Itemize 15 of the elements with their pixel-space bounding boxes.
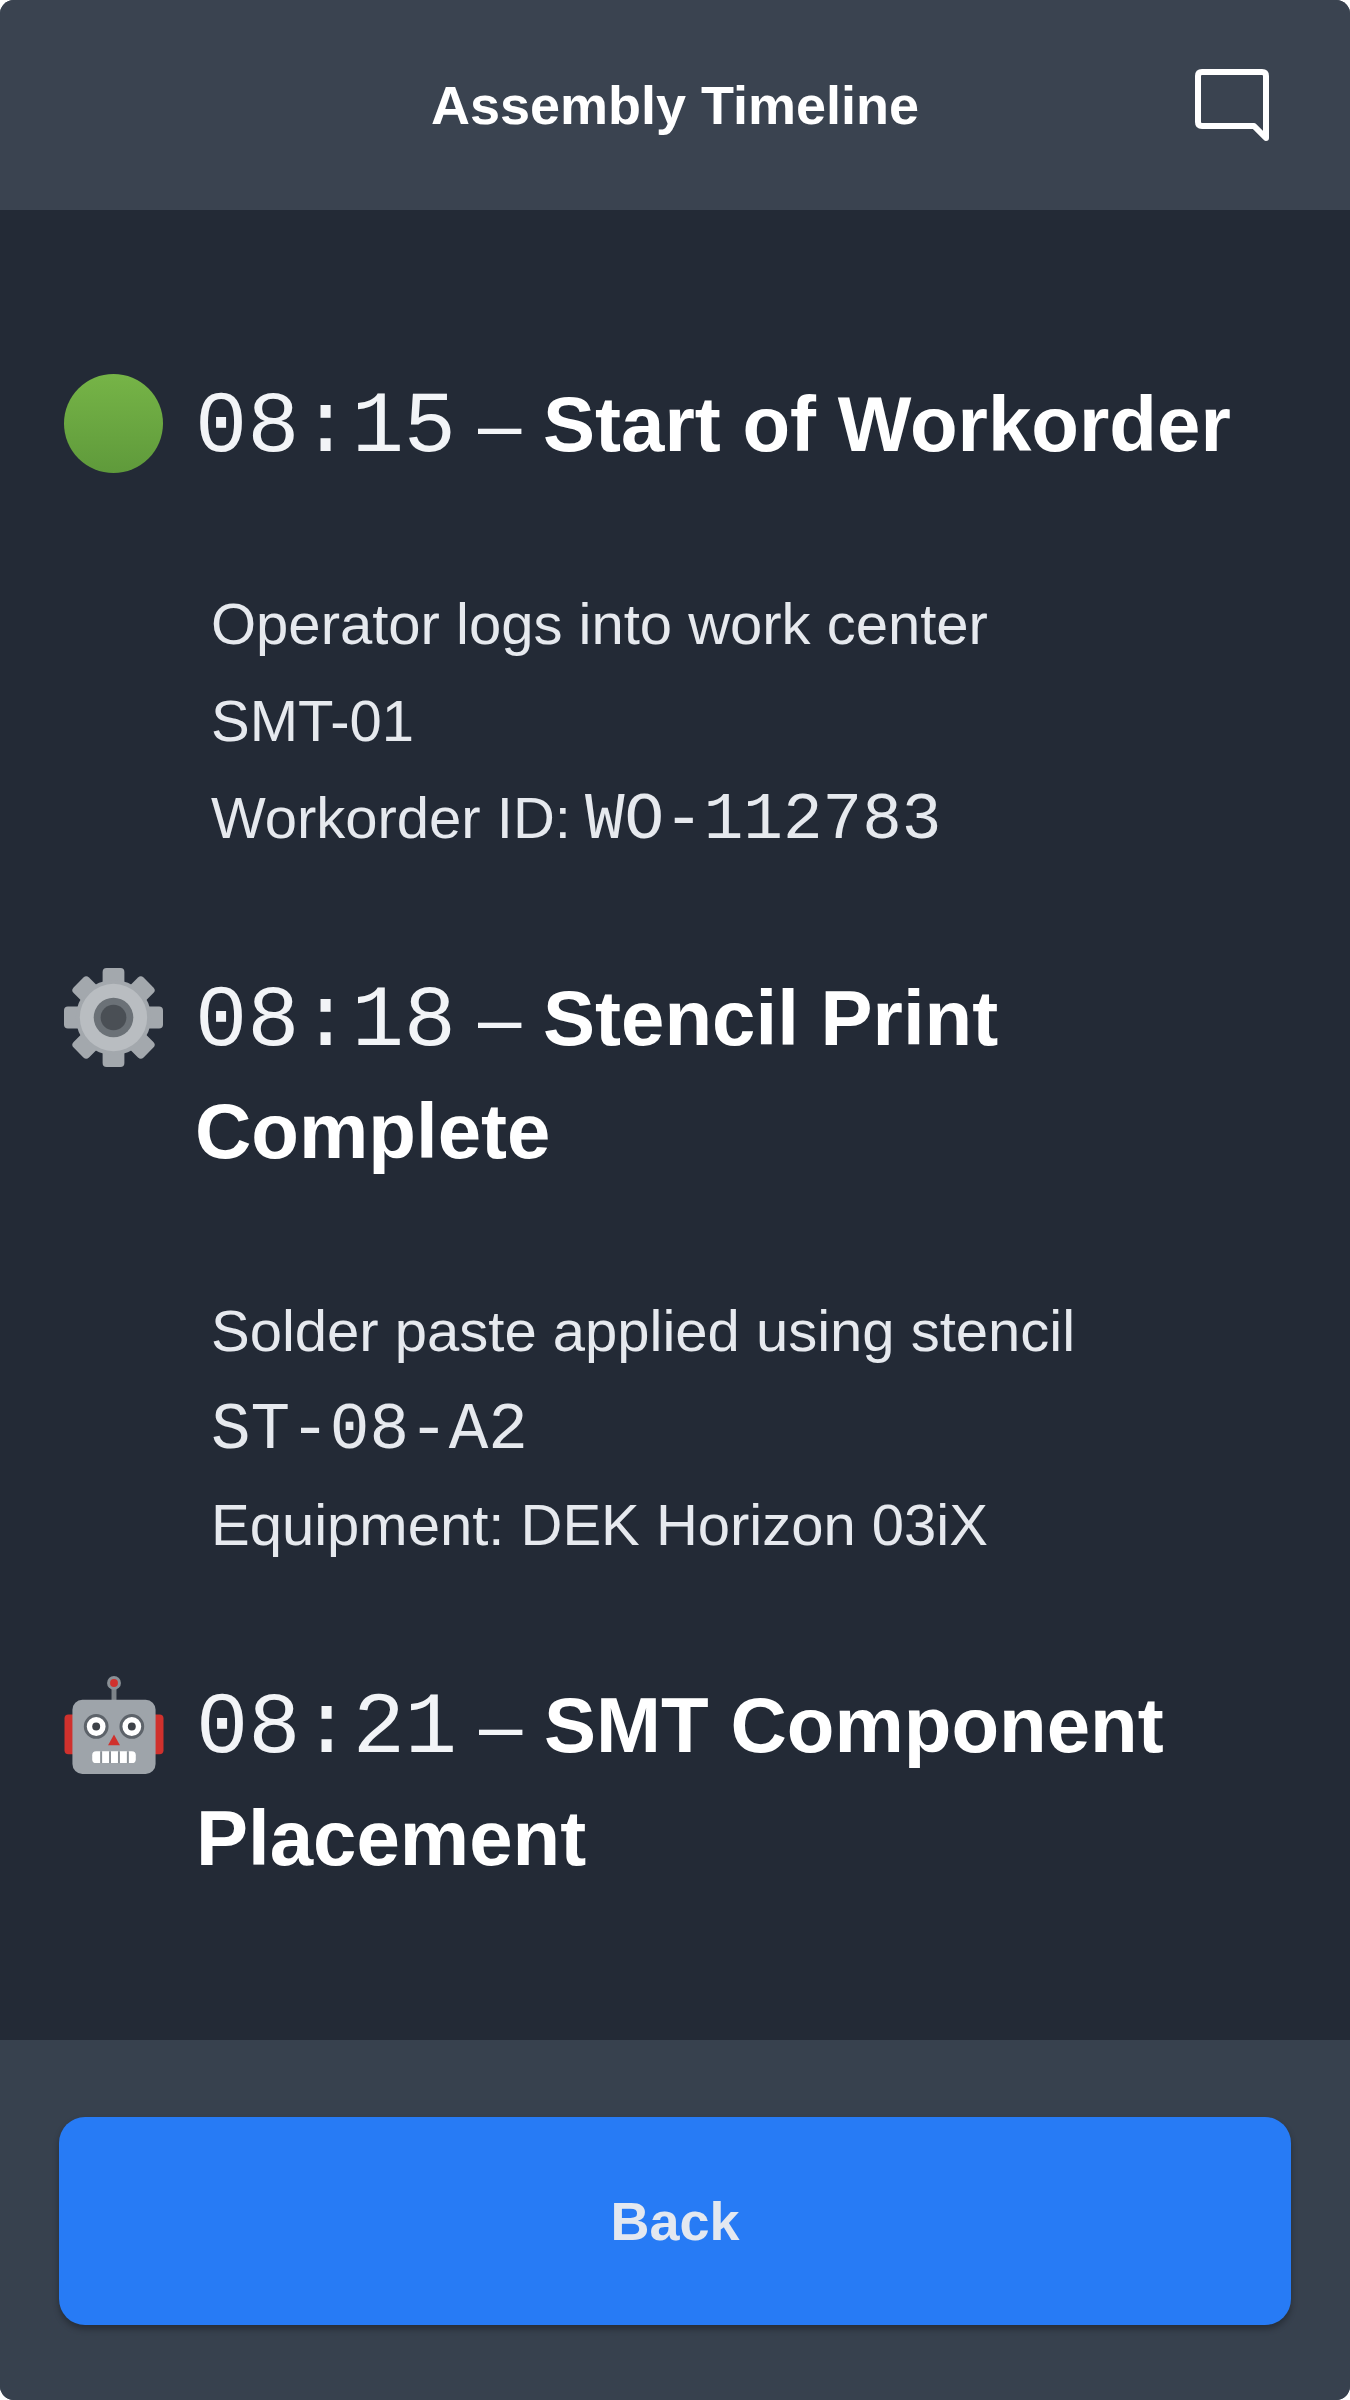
back-button[interactable]: Back bbox=[59, 2117, 1291, 2325]
gear-icon bbox=[64, 968, 163, 1067]
event-detail: Workorder ID: WO-112783 bbox=[211, 782, 943, 860]
event-heading: 08:18 – Stencil Print Complete bbox=[195, 972, 1000, 1177]
event-detail: ST-08-A2 bbox=[211, 1392, 529, 1470]
event-detail: Equipment: DEK Horizon 03iX bbox=[211, 1491, 989, 1559]
event-detail: SMT-01 bbox=[211, 687, 416, 755]
speech-bubble-icon[interactable] bbox=[1194, 68, 1270, 142]
event-detail: Operator logs into work center bbox=[211, 590, 989, 658]
page-title: Assembly Timeline bbox=[430, 73, 920, 137]
robot-icon bbox=[64, 1675, 164, 1774]
circle-icon bbox=[64, 374, 163, 473]
event-detail: Solder paste applied using stencil bbox=[211, 1297, 1077, 1365]
event-heading: 08:15 – Start of Workorder bbox=[195, 378, 1232, 479]
event-heading: 08:21 – SMT Component Placement bbox=[196, 1679, 1165, 1884]
